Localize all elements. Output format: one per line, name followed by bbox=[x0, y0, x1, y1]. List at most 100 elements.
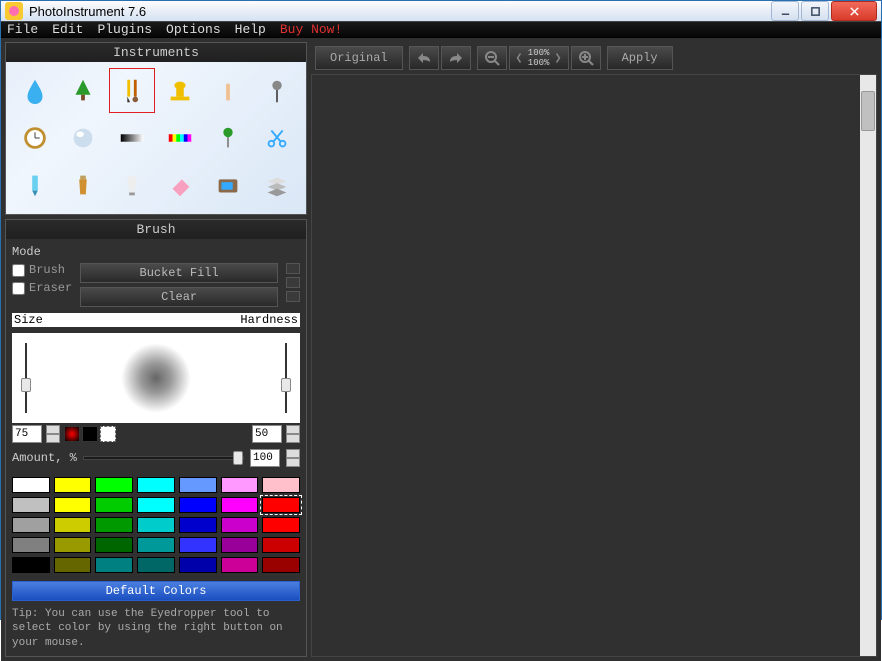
menu-help[interactable]: Help bbox=[235, 22, 266, 37]
color-swatch[interactable] bbox=[12, 557, 50, 573]
instrument-rainbow[interactable] bbox=[157, 115, 203, 160]
instrument-drop[interactable] bbox=[12, 68, 58, 113]
color-swatch[interactable] bbox=[137, 497, 175, 513]
color-swatch[interactable] bbox=[221, 517, 259, 533]
amount-spinner[interactable] bbox=[286, 449, 300, 467]
instrument-tree[interactable] bbox=[60, 68, 106, 113]
color-swatch[interactable] bbox=[95, 537, 133, 553]
instrument-marker[interactable] bbox=[12, 163, 58, 208]
mode-stepper[interactable] bbox=[286, 263, 300, 302]
original-button[interactable]: Original bbox=[315, 46, 403, 70]
color-swatch[interactable] bbox=[12, 517, 50, 533]
brush-checkbox[interactable] bbox=[12, 264, 25, 277]
hardness-spinner[interactable] bbox=[286, 425, 300, 443]
instrument-finger[interactable] bbox=[205, 68, 251, 113]
color-swatch[interactable] bbox=[179, 517, 217, 533]
color-swatch[interactable] bbox=[54, 537, 92, 553]
menu-edit[interactable]: Edit bbox=[52, 22, 83, 37]
menu-plugins[interactable]: Plugins bbox=[97, 22, 152, 37]
instrument-gradient[interactable] bbox=[109, 115, 155, 160]
color-swatch[interactable] bbox=[54, 497, 92, 513]
menu-file[interactable]: File bbox=[7, 22, 38, 37]
color-swatch[interactable] bbox=[95, 557, 133, 573]
instrument-tv[interactable] bbox=[205, 163, 251, 208]
color-swatch[interactable] bbox=[221, 497, 259, 513]
brush-checkbox-row[interactable]: Brush bbox=[12, 263, 72, 277]
color-swatch[interactable] bbox=[179, 497, 217, 513]
color-swatch[interactable] bbox=[262, 497, 300, 513]
app-icon bbox=[5, 2, 23, 20]
color-swatch[interactable] bbox=[221, 537, 259, 553]
default-colors-button[interactable]: Default Colors bbox=[12, 581, 300, 601]
color-swatch[interactable] bbox=[262, 537, 300, 553]
size-input[interactable] bbox=[12, 425, 42, 443]
stroke-none-icon[interactable] bbox=[100, 426, 116, 442]
color-swatch[interactable] bbox=[95, 497, 133, 513]
color-palette bbox=[12, 477, 300, 573]
zoom-out-button[interactable] bbox=[477, 46, 507, 70]
right-panel: Original 100%100% Apply bbox=[311, 38, 881, 661]
clear-button[interactable]: Clear bbox=[80, 287, 278, 307]
instrument-pushpin[interactable] bbox=[205, 115, 251, 160]
hardness-label: Hardness bbox=[240, 313, 298, 327]
color-swatch[interactable] bbox=[137, 477, 175, 493]
color-swatch[interactable] bbox=[179, 537, 217, 553]
titlebar: PhotoInstrument 7.6 bbox=[1, 1, 881, 21]
instrument-bottle[interactable] bbox=[60, 163, 106, 208]
menubar: File Edit Plugins Options Help Buy Now! bbox=[1, 21, 881, 38]
zoom-reset-button[interactable]: 100%100% bbox=[509, 46, 569, 70]
brush-panel: Brush Mode Brush Eraser Bucket Fill Clea… bbox=[5, 219, 307, 657]
menu-buy-now[interactable]: Buy Now! bbox=[280, 22, 342, 37]
bucket-fill-button[interactable]: Bucket Fill bbox=[80, 263, 278, 283]
instrument-brush[interactable] bbox=[109, 68, 155, 113]
instrument-scissors[interactable] bbox=[254, 115, 300, 160]
zoom-percent-label: 100%100% bbox=[528, 48, 550, 68]
color-swatch[interactable] bbox=[12, 497, 50, 513]
undo-button[interactable] bbox=[409, 46, 439, 70]
stroke-hard-icon[interactable] bbox=[82, 426, 98, 442]
color-swatch[interactable] bbox=[262, 477, 300, 493]
instrument-layers[interactable] bbox=[254, 163, 300, 208]
color-swatch[interactable] bbox=[12, 477, 50, 493]
color-swatch[interactable] bbox=[179, 477, 217, 493]
instrument-bulb[interactable] bbox=[109, 163, 155, 208]
hardness-input[interactable] bbox=[252, 425, 282, 443]
color-swatch[interactable] bbox=[221, 557, 259, 573]
eraser-checkbox[interactable] bbox=[12, 282, 25, 295]
instrument-eraser[interactable] bbox=[157, 163, 203, 208]
size-spinner[interactable] bbox=[46, 425, 60, 443]
canvas-area[interactable] bbox=[311, 74, 877, 657]
color-swatch[interactable] bbox=[262, 557, 300, 573]
color-swatch[interactable] bbox=[262, 517, 300, 533]
color-swatch[interactable] bbox=[54, 517, 92, 533]
instrument-pin[interactable] bbox=[254, 68, 300, 113]
hardness-slider[interactable] bbox=[285, 343, 287, 413]
color-swatch[interactable] bbox=[179, 557, 217, 573]
color-swatch[interactable] bbox=[54, 477, 92, 493]
brush-preview-dot bbox=[121, 343, 191, 413]
close-button[interactable] bbox=[831, 1, 877, 21]
instrument-sphere[interactable] bbox=[60, 115, 106, 160]
color-swatch[interactable] bbox=[95, 517, 133, 533]
apply-button[interactable]: Apply bbox=[607, 46, 673, 70]
instrument-stamp[interactable] bbox=[157, 68, 203, 113]
zoom-in-button[interactable] bbox=[571, 46, 601, 70]
eraser-checkbox-row[interactable]: Eraser bbox=[12, 281, 72, 295]
color-swatch[interactable] bbox=[95, 477, 133, 493]
color-swatch[interactable] bbox=[137, 537, 175, 553]
minimize-button[interactable] bbox=[771, 1, 799, 21]
color-swatch[interactable] bbox=[54, 557, 92, 573]
stroke-soft-icon[interactable] bbox=[64, 426, 80, 442]
color-swatch[interactable] bbox=[12, 537, 50, 553]
instrument-clock[interactable] bbox=[12, 115, 58, 160]
redo-button[interactable] bbox=[441, 46, 471, 70]
maximize-button[interactable] bbox=[801, 1, 829, 21]
amount-slider[interactable] bbox=[83, 456, 244, 460]
vertical-scrollbar[interactable] bbox=[860, 75, 876, 656]
amount-input[interactable] bbox=[250, 449, 280, 467]
color-swatch[interactable] bbox=[137, 517, 175, 533]
color-swatch[interactable] bbox=[137, 557, 175, 573]
color-swatch[interactable] bbox=[221, 477, 259, 493]
menu-options[interactable]: Options bbox=[166, 22, 221, 37]
size-slider[interactable] bbox=[25, 343, 27, 413]
